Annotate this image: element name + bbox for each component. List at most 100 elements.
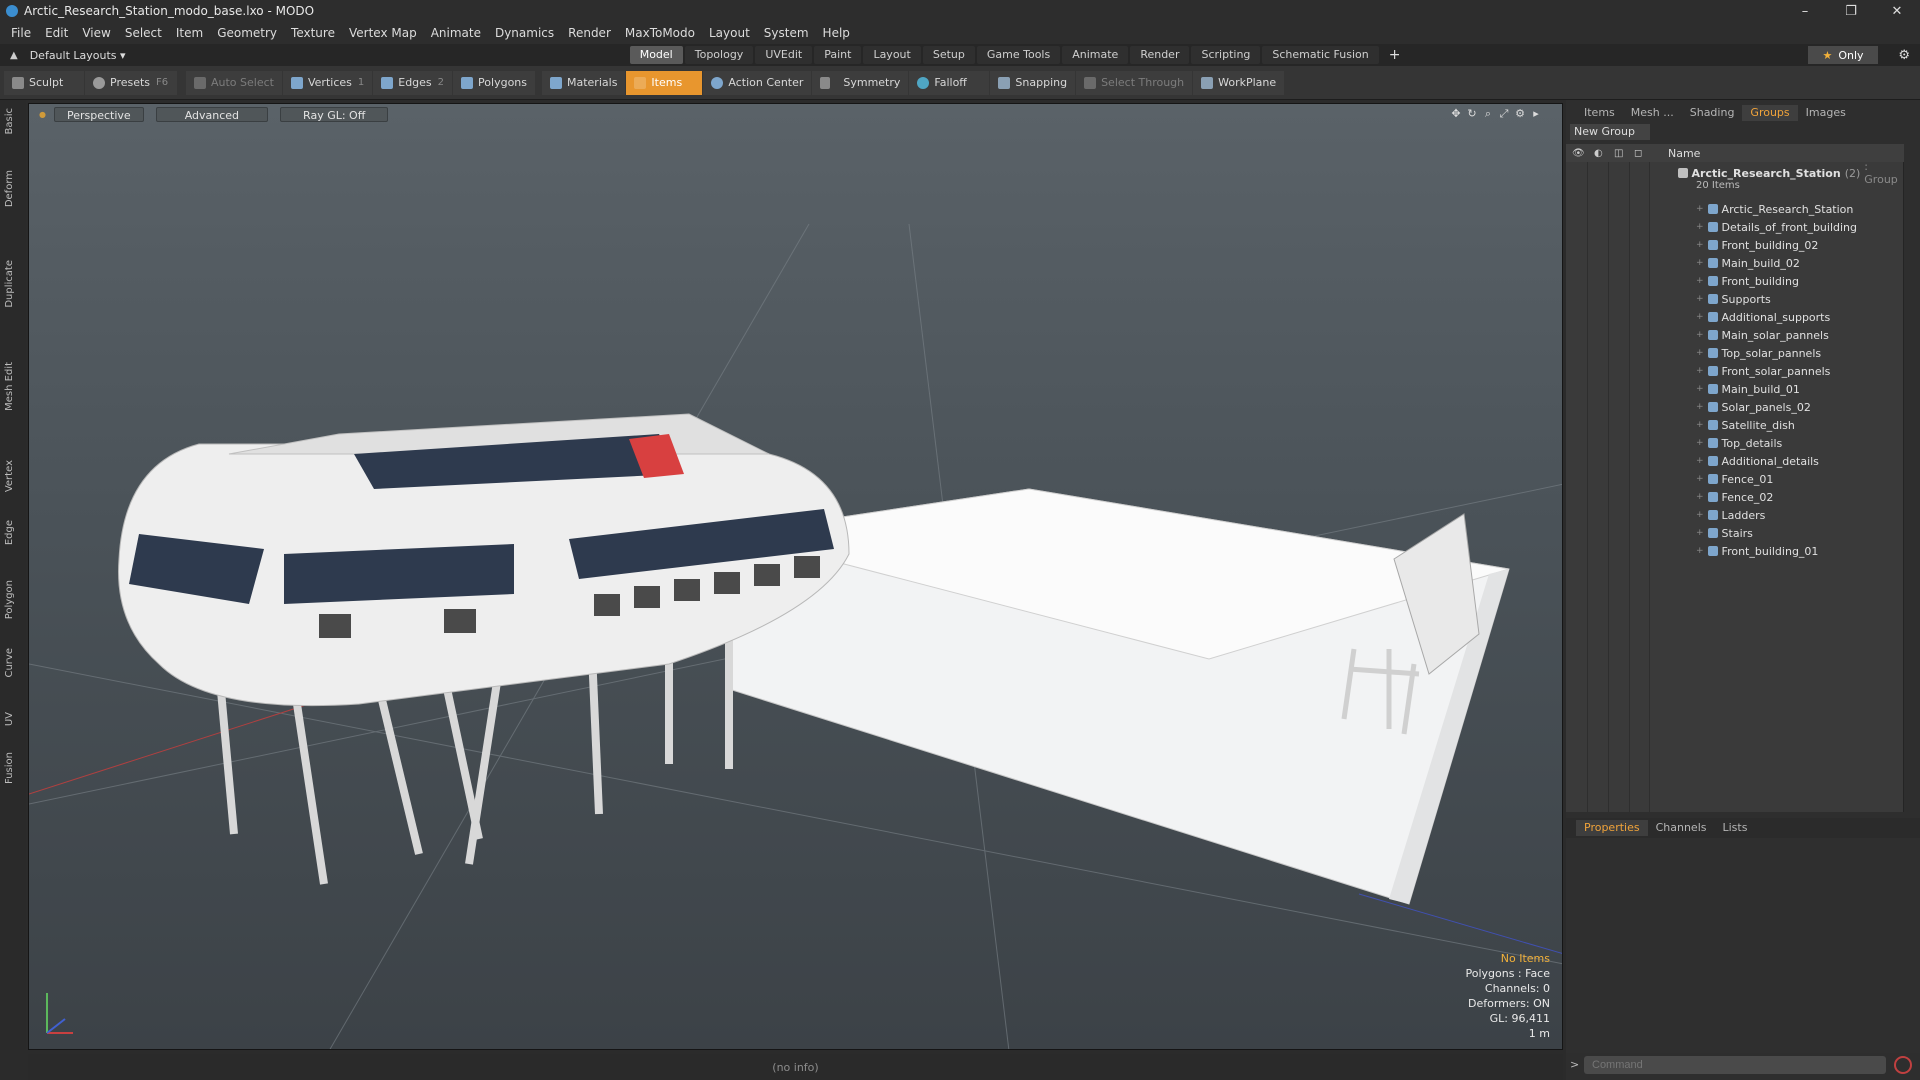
3d-viewport[interactable]: ● Perspective Advanced Ray GL: Off ✥ ↻ ⌕ ⤢ ⚙… [28,103,1563,1050]
list-item[interactable]: + Main_build_01 [1696,380,1800,398]
action-center-button[interactable]: Action Center [703,70,812,95]
tab-setup[interactable]: Setup [922,46,975,64]
tab-animate[interactable]: Animate [1062,46,1129,64]
list-item[interactable]: + Fence_01 [1696,470,1773,488]
name-column-header[interactable]: Name [1668,147,1700,160]
list-item[interactable]: + Details_of_front_building [1696,218,1857,236]
viewport-settings-icon[interactable]: ⚙ [1512,107,1528,121]
default-layouts-dropdown[interactable]: Default Layouts ▾ [30,49,470,62]
zoom-icon[interactable]: ⌕ [1480,107,1496,121]
snapping-button[interactable]: Snapping [990,70,1076,95]
expand-arrow-icon[interactable]: + [1696,420,1704,430]
menu-edit[interactable]: Edit [38,26,75,40]
close-button[interactable]: ✕ [1874,0,1920,22]
select-through-button[interactable]: Select Through [1076,70,1193,95]
list-item[interactable]: + Stairs [1696,524,1753,542]
list-item[interactable]: + Main_solar_pannels [1696,326,1829,344]
rotate-icon[interactable]: ↻ [1464,107,1480,121]
settings-gear-icon[interactable]: ⚙ [1898,48,1910,63]
workplane-button[interactable]: WorkPlane [1193,70,1285,95]
select-column-icon[interactable]: ◻ [1634,148,1642,159]
right-tab-images[interactable]: Images [1798,105,1854,121]
tab-game-tools[interactable]: Game Tools [976,46,1061,64]
list-item[interactable]: + Ladders [1696,506,1765,524]
expand-arrow-icon[interactable]: ▸ [1528,107,1544,121]
viewport-menu-dot-icon[interactable]: ● [39,110,46,119]
expand-arrow-icon[interactable]: + [1696,528,1704,538]
maximize-button[interactable]: ❐ [1828,0,1874,22]
left-tab-vertex[interactable]: Vertex [4,460,20,492]
list-item[interactable]: + Top_solar_pannels [1696,344,1821,362]
list-item[interactable]: + Front_building_02 [1696,236,1818,254]
symmetry-button[interactable]: Symmetry [812,70,909,95]
left-tab-fusion[interactable]: Fusion [4,752,20,784]
menu-system[interactable]: System [757,26,816,40]
groups-list[interactable]: Arctic_Research_Station (2) : Group 20 I… [1566,160,1904,812]
render-column-icon[interactable]: ◐ [1594,148,1603,159]
left-tab-basic[interactable]: Basic [4,108,20,134]
expand-arrow-icon[interactable]: + [1696,438,1704,448]
menu-texture[interactable]: Texture [284,26,342,40]
tab-model[interactable]: Model [629,46,683,64]
new-group-button[interactable]: New Group [1570,124,1650,140]
edges-button[interactable]: Edges 2 [373,70,453,95]
right-tab-groups[interactable]: Groups [1742,105,1798,121]
items-button[interactable]: Items [626,70,703,95]
bottom-tab-properties[interactable]: Properties [1576,820,1648,836]
perspective-button[interactable]: Perspective [53,106,144,122]
list-item[interactable]: + Main_build_02 [1696,254,1800,272]
only-toggle[interactable]: ★ Only [1808,46,1878,64]
menu-help[interactable]: Help [816,26,857,40]
menu-render[interactable]: Render [561,26,618,40]
polygons-button[interactable]: Polygons [453,70,535,95]
left-tab-uv[interactable]: UV [4,712,20,726]
menu-animate[interactable]: Animate [424,26,488,40]
tab-scripting[interactable]: Scripting [1191,46,1261,64]
left-tab-deform[interactable]: Deform [4,170,20,207]
advanced-button[interactable]: Advanced [155,106,269,122]
auto-select-button[interactable]: Auto Select [186,70,282,95]
expand-arrow-icon[interactable]: + [1696,492,1704,502]
list-item[interactable]: + Satellite_dish [1696,416,1795,434]
command-clear-icon[interactable] [1894,1056,1912,1074]
menu-file[interactable]: File [4,26,38,40]
layouts-arrow-icon[interactable]: ▲ [10,50,18,61]
visibility-column-icon[interactable]: 👁 [1572,148,1585,159]
tab-topology[interactable]: Topology [684,46,754,64]
sculpt-button[interactable]: Sculpt [4,70,84,95]
menu-view[interactable]: View [75,26,117,40]
right-tab-items[interactable]: Items [1576,105,1623,121]
expand-arrow-icon[interactable]: + [1696,348,1704,358]
expand-arrow-icon[interactable]: + [1696,402,1704,412]
left-tab-mesh-edit[interactable]: Mesh Edit [4,362,20,411]
menu-vertex-map[interactable]: Vertex Map [342,26,424,40]
right-tab-shading[interactable]: Shading [1682,105,1743,121]
menu-item[interactable]: Item [169,26,210,40]
expand-arrow-icon[interactable]: + [1696,474,1704,484]
materials-button[interactable]: Materials [542,70,626,95]
expand-arrow-icon[interactable]: + [1696,258,1704,268]
menu-select[interactable]: Select [118,26,169,40]
ray-gl-button[interactable]: Ray GL: Off [280,106,389,122]
expand-arrow-icon[interactable]: + [1696,330,1704,340]
list-item[interactable]: + Front_building_01 [1696,542,1818,560]
bottom-tab-channels[interactable]: Channels [1648,820,1715,836]
tab-paint[interactable]: Paint [814,46,862,64]
tab-schematic-fusion[interactable]: Schematic Fusion [1262,46,1379,64]
list-item[interactable]: + Front_building [1696,272,1799,290]
left-tab-duplicate[interactable]: Duplicate [4,260,20,308]
expand-arrow-icon[interactable]: + [1696,456,1704,466]
tab-render[interactable]: Render [1130,46,1190,64]
menu-layout[interactable]: Layout [702,26,757,40]
left-tab-curve[interactable]: Curve [4,648,20,678]
expand-arrow-icon[interactable]: + [1696,366,1704,376]
expand-arrow-icon[interactable]: + [1696,204,1704,214]
vertices-button[interactable]: Vertices 1 [282,70,373,95]
fit-icon[interactable]: ⤢ [1496,107,1512,121]
menu-dynamics[interactable]: Dynamics [488,26,561,40]
falloff-button[interactable]: Falloff [909,70,990,95]
left-tab-polygon[interactable]: Polygon [4,580,20,619]
menu-geometry[interactable]: Geometry [210,26,284,40]
list-item[interactable]: + Solar_panels_02 [1696,398,1811,416]
presets-button[interactable]: Presets F6 [85,70,177,95]
